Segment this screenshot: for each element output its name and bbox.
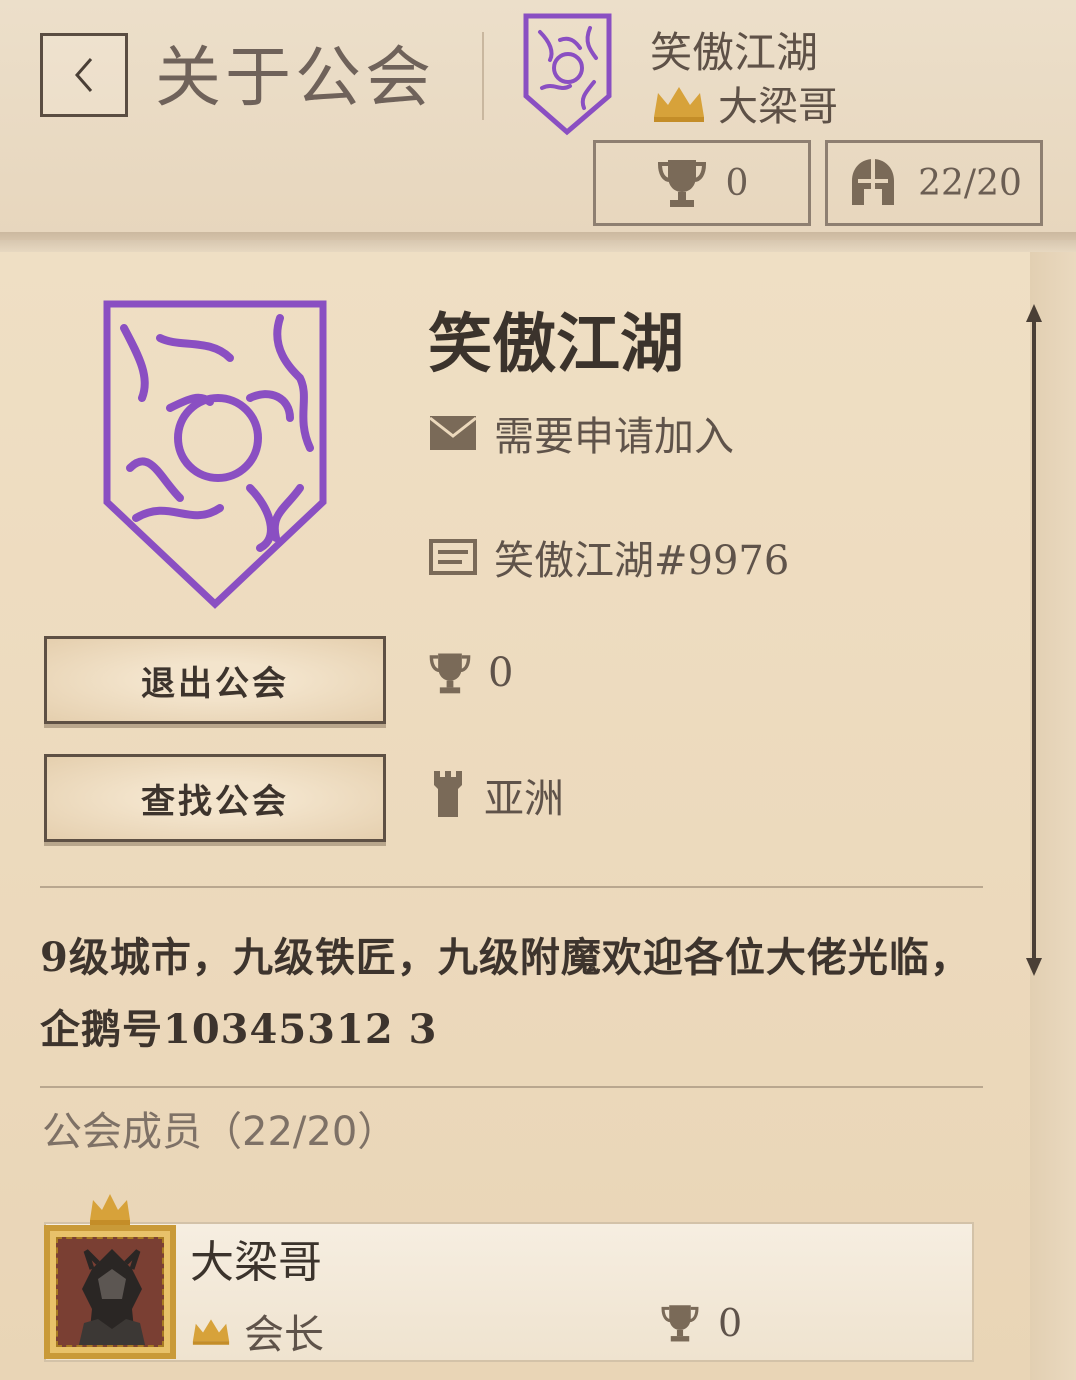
mail-icon [429,416,477,450]
avatar [44,1225,176,1359]
leave-guild-button[interactable]: 退出公会 [44,636,386,724]
guild-region-text: 亚洲 [484,776,564,822]
member-row[interactable] [44,1222,974,1362]
trophy-count: 0 [725,162,749,204]
tower-icon [434,771,462,817]
divider [40,1086,983,1088]
id-card-icon [429,539,477,575]
guild-description: 9级城市，九级铁匠，九级附魔欢迎各位大佬光临，企鹅号10345312 3 [40,934,971,1053]
scrollbar[interactable] [1032,318,1036,966]
avatar-portrait [56,1237,164,1347]
member-count-stat: 22/20 [825,140,1043,226]
guild-crest-icon [103,300,327,609]
scroll-down-arrow-icon [1026,958,1042,976]
header-leader-name: 大梁哥 [718,84,838,130]
guild-name: 笑傲江湖 [428,308,684,382]
header-divider [0,232,1076,254]
chevron-left-icon [75,58,93,92]
guild-trophies: 0 [428,646,513,700]
armored-knight-icon [58,1239,162,1345]
guild-tag: 笑傲江湖#9976 [428,530,789,584]
member-count: 22/20 [918,162,1022,204]
member-trophies: 0 [660,1300,742,1346]
crown-icon [90,1194,130,1225]
guild-tag-text: 笑傲江湖#9976 [494,538,790,584]
guild-crest-icon [523,13,612,136]
members-section-title: 公会成员（22/20） [42,1109,398,1155]
guild-trophy-count: 0 [488,650,514,696]
header-separator [482,32,484,120]
member-role: 会长 [190,1302,324,1360]
crown-icon [654,87,704,122]
find-guild-button[interactable]: 查找公会 [44,754,386,842]
helmet-icon [852,159,895,205]
trophy-icon [661,1305,699,1342]
trophy-icon [429,653,471,694]
member-name: 大梁哥 [190,1237,322,1288]
crown-icon [192,1319,230,1345]
header-guild-name: 笑傲江湖 [650,28,819,77]
trophy-stat: 0 [593,140,811,226]
trophy-icon [657,160,706,207]
divider [40,886,983,888]
back-button[interactable] [40,33,128,117]
header-leader: 大梁哥 [650,80,838,130]
page-title: 关于公会 [155,39,435,116]
panel-edge [1030,252,1076,1380]
scroll-up-arrow-icon [1026,304,1042,322]
member-trophy-count: 0 [718,1301,743,1345]
join-policy: 需要申请加入 [428,406,734,460]
join-policy-text: 需要申请加入 [494,414,734,460]
guild-region: 亚洲 [428,766,564,824]
member-role-text: 会长 [244,1312,324,1358]
